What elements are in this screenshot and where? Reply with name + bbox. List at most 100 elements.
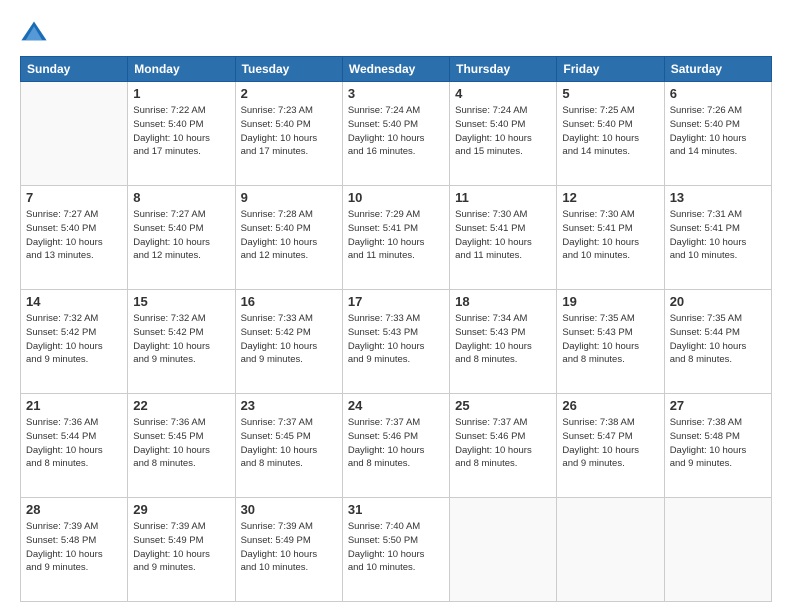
day-info: Sunrise: 7:37 AM Sunset: 5:45 PM Dayligh… (241, 416, 337, 471)
day-info: Sunrise: 7:33 AM Sunset: 5:43 PM Dayligh… (348, 312, 444, 367)
calendar-cell: 19Sunrise: 7:35 AM Sunset: 5:43 PM Dayli… (557, 290, 664, 394)
day-number: 11 (455, 190, 551, 205)
week-row-3: 21 Sunrise: 7:36 AM Sunset: 5:44 PM Dayli… (21, 394, 772, 498)
day-number: 21 (26, 398, 122, 413)
calendar-cell: 13 Sunrise: 7:31 AM Sunset: 5:41 PM Dayli… (664, 186, 771, 290)
day-info: Sunrise: 7:34 AM Sunset: 5:43 PM Dayligh… (455, 312, 551, 367)
day-number: 13 (670, 190, 766, 205)
calendar-cell: 7 Sunrise: 7:27 AM Sunset: 5:40 PM Daylig… (21, 186, 128, 290)
day-info: Sunrise: 7:25 AM Sunset: 5:40 PM Dayligh… (562, 104, 658, 159)
day-info: Sunrise: 7:39 AM Sunset: 5:49 PM Dayligh… (133, 520, 229, 575)
day-info: Sunrise: 7:28 AM Sunset: 5:40 PM Dayligh… (241, 208, 337, 263)
day-number: 31 (348, 502, 444, 517)
weekday-header-thursday: Thursday (450, 57, 557, 82)
day-number: 8 (133, 190, 229, 205)
day-info: Sunrise: 7:37 AM Sunset: 5:46 PM Dayligh… (455, 416, 551, 471)
calendar-cell: 8 Sunrise: 7:27 AM Sunset: 5:40 PM Daylig… (128, 186, 235, 290)
week-row-0: 1Sunrise: 7:22 AM Sunset: 5:40 PM Daylig… (21, 82, 772, 186)
page: SundayMondayTuesdayWednesdayThursdayFrid… (0, 0, 792, 612)
day-info: Sunrise: 7:38 AM Sunset: 5:48 PM Dayligh… (670, 416, 766, 471)
calendar-cell: 31 Sunrise: 7:40 AM Sunset: 5:50 PM Dayli… (342, 498, 449, 602)
logo-icon (20, 18, 48, 46)
day-info: Sunrise: 7:32 AM Sunset: 5:42 PM Dayligh… (133, 312, 229, 367)
day-number: 12 (562, 190, 658, 205)
day-number: 23 (241, 398, 337, 413)
day-info: Sunrise: 7:36 AM Sunset: 5:44 PM Dayligh… (26, 416, 122, 471)
day-info: Sunrise: 7:36 AM Sunset: 5:45 PM Dayligh… (133, 416, 229, 471)
calendar-cell (21, 82, 128, 186)
day-number: 1 (133, 86, 229, 101)
day-info: Sunrise: 7:27 AM Sunset: 5:40 PM Dayligh… (133, 208, 229, 263)
day-number: 16 (241, 294, 337, 309)
day-info: Sunrise: 7:24 AM Sunset: 5:40 PM Dayligh… (455, 104, 551, 159)
day-number: 3 (348, 86, 444, 101)
calendar-cell: 10Sunrise: 7:29 AM Sunset: 5:41 PM Dayli… (342, 186, 449, 290)
calendar-cell: 2 Sunrise: 7:23 AM Sunset: 5:40 PM Daylig… (235, 82, 342, 186)
week-row-4: 28 Sunrise: 7:39 AM Sunset: 5:48 PM Dayli… (21, 498, 772, 602)
day-number: 6 (670, 86, 766, 101)
day-number: 4 (455, 86, 551, 101)
calendar-cell: 27Sunrise: 7:38 AM Sunset: 5:48 PM Dayli… (664, 394, 771, 498)
calendar-cell: 30 Sunrise: 7:39 AM Sunset: 5:49 PM Dayli… (235, 498, 342, 602)
calendar-cell: 6Sunrise: 7:26 AM Sunset: 5:40 PM Daylig… (664, 82, 771, 186)
day-info: Sunrise: 7:24 AM Sunset: 5:40 PM Dayligh… (348, 104, 444, 159)
day-number: 14 (26, 294, 122, 309)
weekday-header-sunday: Sunday (21, 57, 128, 82)
calendar-cell: 28 Sunrise: 7:39 AM Sunset: 5:48 PM Dayli… (21, 498, 128, 602)
calendar-cell: 26 Sunrise: 7:38 AM Sunset: 5:47 PM Dayli… (557, 394, 664, 498)
calendar-cell: 4 Sunrise: 7:24 AM Sunset: 5:40 PM Daylig… (450, 82, 557, 186)
calendar-cell: 15 Sunrise: 7:32 AM Sunset: 5:42 PM Dayli… (128, 290, 235, 394)
day-number: 17 (348, 294, 444, 309)
weekday-header-tuesday: Tuesday (235, 57, 342, 82)
calendar-cell: 3 Sunrise: 7:24 AM Sunset: 5:40 PM Daylig… (342, 82, 449, 186)
day-number: 9 (241, 190, 337, 205)
day-number: 18 (455, 294, 551, 309)
day-info: Sunrise: 7:39 AM Sunset: 5:48 PM Dayligh… (26, 520, 122, 575)
calendar-cell: 25 Sunrise: 7:37 AM Sunset: 5:46 PM Dayli… (450, 394, 557, 498)
day-info: Sunrise: 7:35 AM Sunset: 5:44 PM Dayligh… (670, 312, 766, 367)
calendar-cell: 29 Sunrise: 7:39 AM Sunset: 5:49 PM Dayli… (128, 498, 235, 602)
weekday-header-wednesday: Wednesday (342, 57, 449, 82)
day-number: 26 (562, 398, 658, 413)
day-number: 7 (26, 190, 122, 205)
calendar-cell (664, 498, 771, 602)
calendar-cell (557, 498, 664, 602)
week-row-2: 14 Sunrise: 7:32 AM Sunset: 5:42 PM Dayli… (21, 290, 772, 394)
day-info: Sunrise: 7:30 AM Sunset: 5:41 PM Dayligh… (562, 208, 658, 263)
day-info: Sunrise: 7:40 AM Sunset: 5:50 PM Dayligh… (348, 520, 444, 575)
calendar-cell (450, 498, 557, 602)
day-number: 2 (241, 86, 337, 101)
day-number: 24 (348, 398, 444, 413)
day-number: 30 (241, 502, 337, 517)
weekday-header-saturday: Saturday (664, 57, 771, 82)
day-info: Sunrise: 7:31 AM Sunset: 5:41 PM Dayligh… (670, 208, 766, 263)
day-info: Sunrise: 7:38 AM Sunset: 5:47 PM Dayligh… (562, 416, 658, 471)
day-info: Sunrise: 7:27 AM Sunset: 5:40 PM Dayligh… (26, 208, 122, 263)
day-number: 19 (562, 294, 658, 309)
calendar-cell: 5 Sunrise: 7:25 AM Sunset: 5:40 PM Daylig… (557, 82, 664, 186)
calendar-cell: 16 Sunrise: 7:33 AM Sunset: 5:42 PM Dayli… (235, 290, 342, 394)
day-number: 25 (455, 398, 551, 413)
calendar-cell: 9 Sunrise: 7:28 AM Sunset: 5:40 PM Daylig… (235, 186, 342, 290)
day-number: 29 (133, 502, 229, 517)
calendar-cell: 23 Sunrise: 7:37 AM Sunset: 5:45 PM Dayli… (235, 394, 342, 498)
day-info: Sunrise: 7:37 AM Sunset: 5:46 PM Dayligh… (348, 416, 444, 471)
calendar-cell: 20 Sunrise: 7:35 AM Sunset: 5:44 PM Dayli… (664, 290, 771, 394)
day-info: Sunrise: 7:39 AM Sunset: 5:49 PM Dayligh… (241, 520, 337, 575)
week-row-1: 7 Sunrise: 7:27 AM Sunset: 5:40 PM Daylig… (21, 186, 772, 290)
weekday-header-monday: Monday (128, 57, 235, 82)
day-info: Sunrise: 7:33 AM Sunset: 5:42 PM Dayligh… (241, 312, 337, 367)
calendar-cell: 12 Sunrise: 7:30 AM Sunset: 5:41 PM Dayli… (557, 186, 664, 290)
calendar-cell: 18 Sunrise: 7:34 AM Sunset: 5:43 PM Dayli… (450, 290, 557, 394)
day-number: 20 (670, 294, 766, 309)
weekday-header-row: SundayMondayTuesdayWednesdayThursdayFrid… (21, 57, 772, 82)
day-number: 28 (26, 502, 122, 517)
day-number: 5 (562, 86, 658, 101)
calendar-cell: 14 Sunrise: 7:32 AM Sunset: 5:42 PM Dayli… (21, 290, 128, 394)
calendar-cell: 22Sunrise: 7:36 AM Sunset: 5:45 PM Dayli… (128, 394, 235, 498)
day-info: Sunrise: 7:23 AM Sunset: 5:40 PM Dayligh… (241, 104, 337, 159)
calendar-cell: 1Sunrise: 7:22 AM Sunset: 5:40 PM Daylig… (128, 82, 235, 186)
day-number: 15 (133, 294, 229, 309)
calendar: SundayMondayTuesdayWednesdayThursdayFrid… (20, 56, 772, 602)
day-info: Sunrise: 7:32 AM Sunset: 5:42 PM Dayligh… (26, 312, 122, 367)
